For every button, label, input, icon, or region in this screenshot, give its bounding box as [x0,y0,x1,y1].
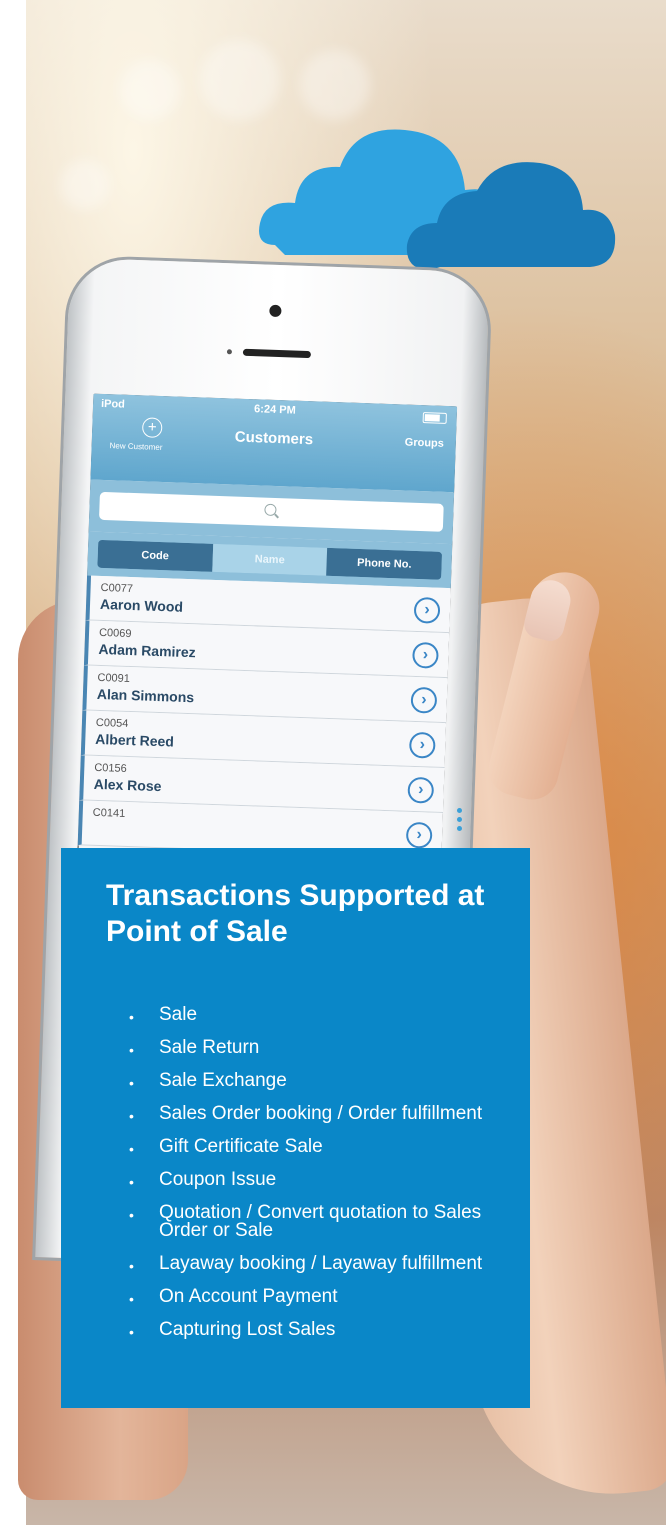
sensor-icon [226,349,233,355]
customer-code: C0141 [92,806,126,820]
bullet-icon: • [129,1258,134,1274]
bullet-icon: • [129,1141,134,1157]
search-icon [264,503,277,517]
segment-phone[interactable]: Phone No. [326,547,443,580]
new-customer-button[interactable]: New Customer [109,441,162,452]
list-item: • Layaway booking / Layaway fulfillment [129,1253,483,1274]
battery-icon [422,412,447,424]
transaction-list: • Sale • Sale Return • Sale Exchange • Sales… [129,1004,509,1354]
list-item: • Quotation / Convert quotation to Sales … [129,1202,482,1241]
chevron-right-icon[interactable]: › [405,821,433,849]
customer-code: C0054 [95,716,129,730]
segment-code[interactable]: Code [97,539,213,572]
chevron-right-icon[interactable]: › [407,776,435,804]
bullet-icon: • [129,1009,134,1025]
bullet-icon: • [129,1324,134,1340]
bullet-icon: • [129,1174,134,1190]
cloud-icon [259,129,616,270]
list-item: • On Account Payment [129,1286,338,1307]
customer-code: C0069 [98,626,132,641]
bullet-icon: • [129,1291,134,1307]
list-item: • Gift Certificate Sale [129,1136,323,1157]
decorative-dots [457,808,463,835]
phone-screen: iPod 6:24 PM + New Customer Customers Gr… [77,393,458,866]
customer-name: Aaron Wood [99,595,184,615]
chevron-right-icon[interactable]: › [413,596,441,624]
bullet-icon: • [129,1207,134,1223]
bullet-icon: • [129,1075,134,1091]
bullet-icon: • [129,1108,134,1124]
chevron-right-icon[interactable]: › [410,686,438,714]
camera-icon [269,304,282,318]
chevron-right-icon[interactable]: › [412,641,439,669]
list-item: • Sale Exchange [129,1070,287,1091]
list-item: • Coupon Issue [129,1169,277,1190]
chevron-right-icon[interactable]: › [408,731,436,759]
groups-button[interactable]: Groups [405,436,445,449]
customer-list: C0077 Aaron Wood › C0069 Adam Ramirez › … [77,575,451,858]
list-item: • Capturing Lost Sales [129,1319,336,1340]
customer-code: C0156 [94,761,127,775]
info-card: Transactions Supported at Point of Sale … [61,848,530,1408]
nav-bar: iPod 6:24 PM + New Customer Customers Gr… [90,393,458,493]
customer-code: C0077 [100,581,134,596]
card-title: Transactions Supported at Point of Sale [106,879,485,948]
speaker-grille [242,348,312,359]
customer-name: Alex Rose [93,775,162,795]
customer-name: Adam Ramirez [98,640,196,661]
list-item: • Sale [129,1004,198,1025]
sort-segmented-control: Code Name Phone No. [97,539,443,580]
list-item: • Sale Return [129,1037,260,1058]
bullet-icon: • [129,1042,134,1058]
customer-name: Alan Simmons [96,685,195,706]
customer-code: C0091 [97,671,131,686]
bokeh-light [120,60,180,120]
list-item: • Sales Order booking / Order fulfillment [129,1103,483,1124]
search-input[interactable] [98,491,444,532]
segment-name[interactable]: Name [211,543,328,576]
customer-name: Albert Reed [95,730,175,750]
bokeh-light [60,160,110,210]
